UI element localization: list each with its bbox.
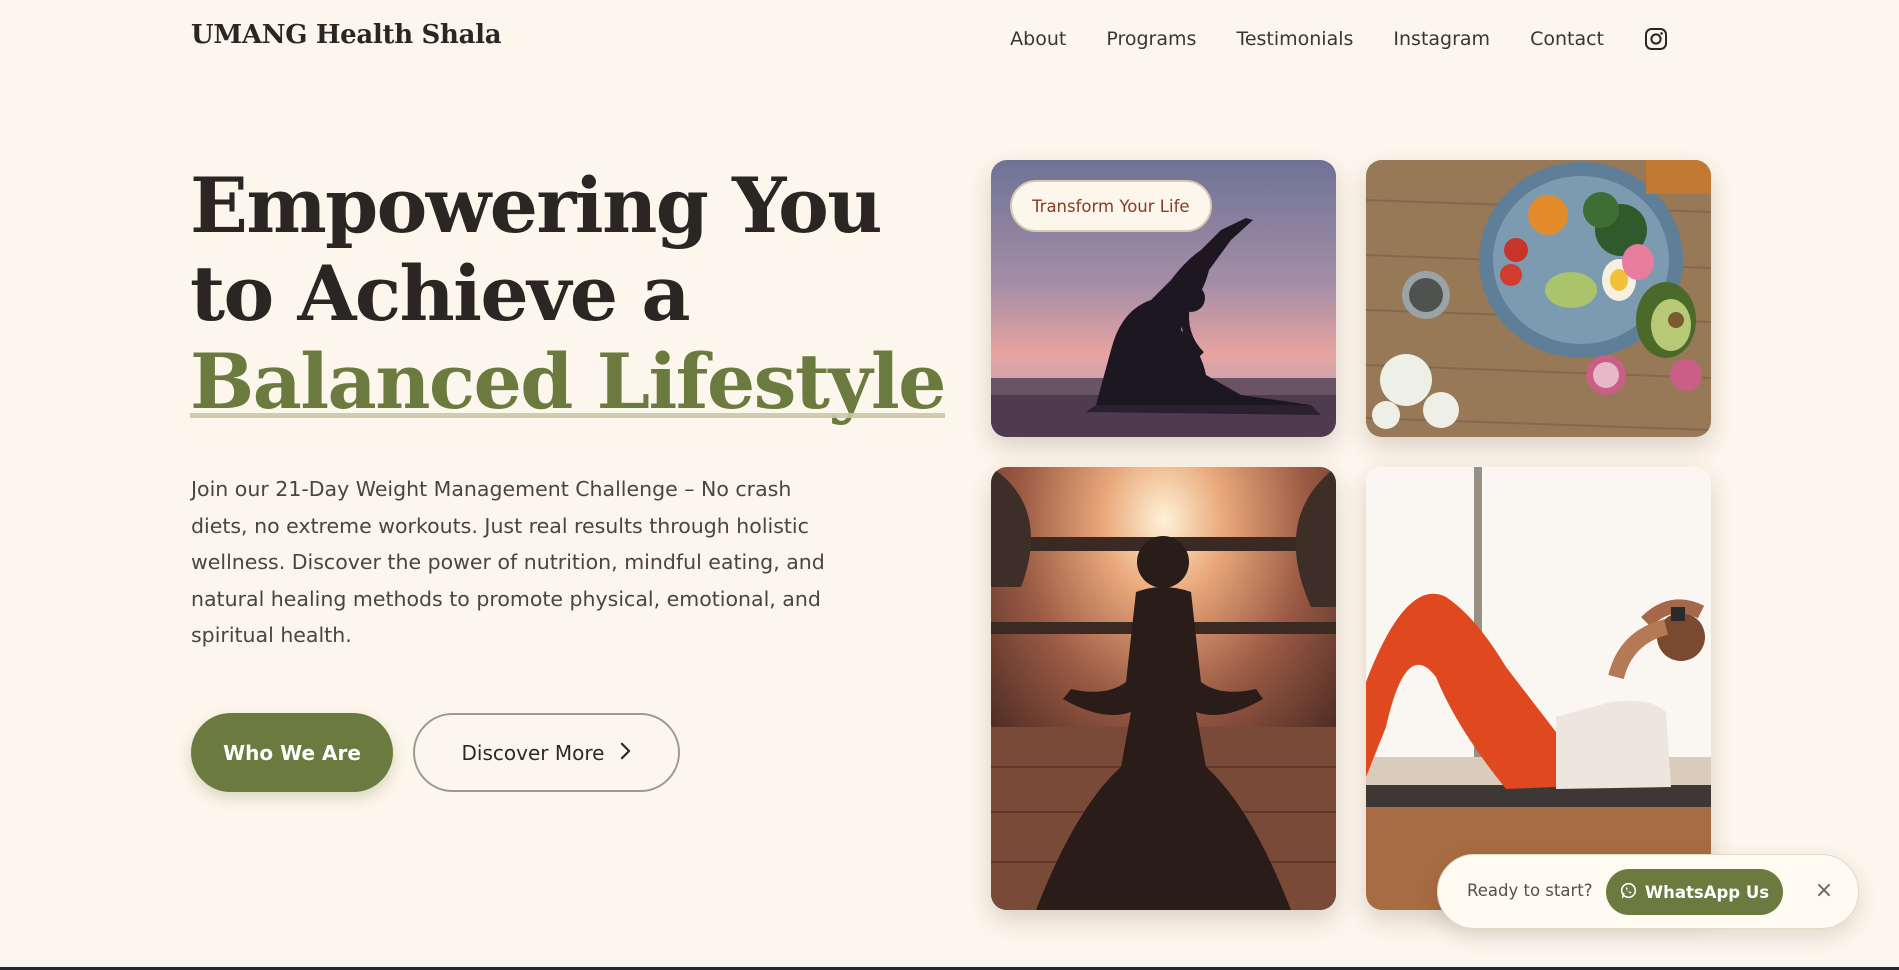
- whatsapp-button[interactable]: WhatsApp Us: [1606, 869, 1783, 915]
- whatsapp-widget: Ready to start? WhatsApp Us ×: [1437, 854, 1859, 929]
- nav-programs[interactable]: Programs: [1106, 28, 1196, 50]
- chevron-right-icon: [620, 741, 631, 765]
- instagram-icon[interactable]: [1644, 27, 1668, 51]
- nav-contact[interactable]: Contact: [1530, 28, 1604, 50]
- who-we-are-button[interactable]: Who We Are: [191, 713, 393, 792]
- whatsapp-icon: [1620, 882, 1637, 903]
- healthy-salad-image: [1366, 160, 1711, 437]
- whatsapp-button-label: WhatsApp Us: [1644, 882, 1770, 902]
- meditation-sunrise-image: [991, 467, 1336, 910]
- floor-exercise-image: [1366, 467, 1711, 910]
- headline-line-2: to Achieve a: [190, 249, 691, 338]
- nav-instagram[interactable]: Instagram: [1393, 28, 1490, 50]
- whatsapp-prompt: Ready to start?: [1467, 881, 1593, 900]
- discover-more-button[interactable]: Discover More: [413, 713, 680, 792]
- transform-badge: Transform Your Life: [1010, 180, 1212, 232]
- landing-page: UMANG Health Shala About Programs Testim…: [0, 0, 1899, 970]
- hero-headline: Empowering You to Achieve a Balanced Lif…: [190, 161, 947, 426]
- nav-testimonials[interactable]: Testimonials: [1236, 28, 1353, 50]
- site-logo[interactable]: UMANG Health Shala: [191, 20, 502, 50]
- who-we-are-label: Who We Are: [223, 740, 361, 765]
- hero-intro: Join our 21-Day Weight Management Challe…: [191, 477, 825, 647]
- nav-about[interactable]: About: [1010, 28, 1066, 50]
- headline-accent: Balanced Lifestyle: [190, 337, 947, 426]
- discover-more-label: Discover More: [461, 740, 605, 765]
- headline-line-1: Empowering You: [190, 161, 883, 250]
- close-icon[interactable]: ×: [1812, 879, 1836, 903]
- main-nav: About Programs Testimonials Instagram Co…: [970, 27, 1668, 51]
